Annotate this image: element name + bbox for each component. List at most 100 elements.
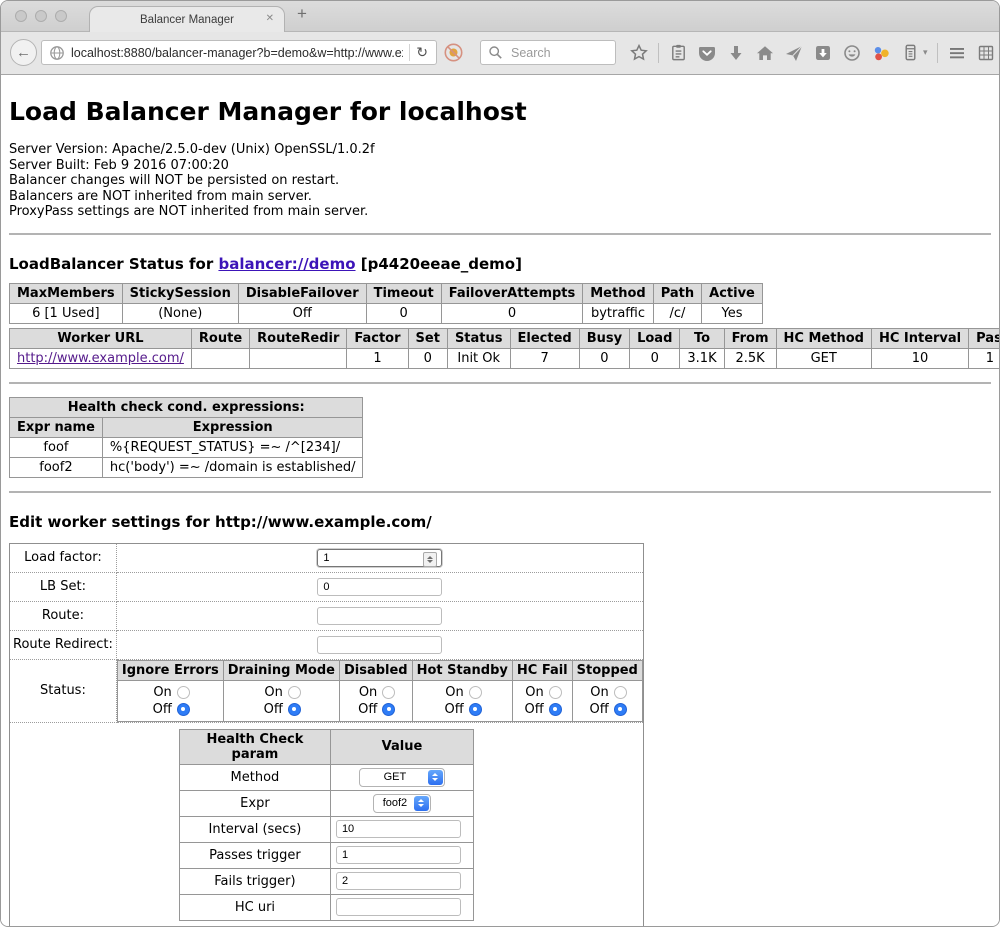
draining-mode-off-radio[interactable]	[288, 703, 301, 716]
table-header-row: Ignore Errors Draining Mode Disabled Hot…	[117, 660, 642, 680]
menu-icon[interactable]	[947, 42, 967, 64]
select-chevrons-icon	[414, 796, 429, 811]
select-chevrons-icon	[428, 770, 443, 785]
hc-uri-row: HC uri	[179, 894, 473, 920]
ignore-errors-on-radio[interactable]	[177, 686, 190, 699]
table-row: foof %{REQUEST_STATUS} =~ /^[234]/	[10, 437, 363, 457]
disabled-off-radio[interactable]	[382, 703, 395, 716]
hc-fails-input[interactable]	[336, 872, 461, 890]
hc-method-row: Method GET	[179, 764, 473, 790]
table-header-row: Expr name Expression	[10, 417, 363, 437]
balancer-heading-prefix: LoadBalancer Status for	[9, 255, 218, 273]
search-bar[interactable]	[480, 40, 616, 65]
route-input[interactable]	[317, 607, 442, 625]
url-text[interactable]: localhost:8880/balancer-manager?b=demo&w…	[71, 46, 403, 60]
hc-expr-row: Expr foof2	[179, 790, 473, 816]
downloads-icon[interactable]	[726, 42, 746, 64]
stopped-on-radio[interactable]	[614, 686, 627, 699]
close-tab-icon[interactable]: ✕	[266, 13, 274, 24]
form-row-route-redirect: Route Redirect:	[10, 630, 644, 659]
search-input[interactable]	[509, 45, 615, 61]
server-note: Balancer changes will NOT be persisted o…	[9, 173, 991, 189]
bookmarks-menu-icon[interactable]	[668, 42, 688, 64]
tab-balancer-manager[interactable]: Balancer Manager ✕	[89, 6, 285, 33]
server-note: ProxyPass settings are NOT inherited fro…	[9, 204, 991, 220]
content-blocker-icon[interactable]	[442, 41, 465, 64]
hc-fail-off-radio[interactable]	[549, 703, 562, 716]
draining-mode-on-radio[interactable]	[288, 686, 301, 699]
divider	[9, 491, 991, 493]
browser-window: Balancer Manager ✕ + ← localhost:8880/ba…	[0, 0, 1000, 927]
url-divider	[409, 44, 410, 61]
balancer-status-table: MaxMembers StickySession DisableFailover…	[9, 283, 763, 324]
page-content: Load Balancer Manager for localhost Serv…	[1, 75, 999, 927]
table-header-row: Health Check param Value	[179, 729, 473, 764]
health-check-expressions-table: Health check cond. expressions: Expr nam…	[9, 397, 363, 478]
worker-url-link[interactable]: http://www.example.com/	[17, 351, 184, 366]
form-row-status: Status: Ignore Errors Draining Mode Disa…	[10, 659, 644, 722]
table-header-row: Worker URL Route RouteRedir Factor Set S…	[10, 328, 1000, 348]
site-identity-globe-icon[interactable]	[49, 45, 65, 61]
ignore-errors-off-radio[interactable]	[177, 703, 190, 716]
toolbar-separator	[658, 43, 659, 63]
colorful-dots-addon-icon[interactable]	[871, 42, 891, 64]
status-table: Ignore Errors Draining Mode Disabled Hot…	[117, 660, 643, 722]
hc-fails-row: Fails trigger)	[179, 868, 473, 894]
table-header-row: MaxMembers StickySession DisableFailover…	[10, 283, 763, 303]
clipboard-addon-icon[interactable]	[900, 42, 920, 64]
hc-interval-input[interactable]	[336, 820, 461, 838]
screenshot-addon-icon[interactable]	[976, 42, 996, 64]
health-check-param-table: Health Check param Value Method GET Expr	[179, 729, 474, 921]
close-window-button[interactable]	[15, 10, 27, 22]
toolbar-separator	[937, 43, 938, 63]
toolbar-icons: ▾	[629, 40, 996, 65]
addon-caret-icon[interactable]: ▾	[923, 47, 928, 58]
number-stepper-icon[interactable]	[423, 552, 437, 567]
hc-interval-row: Interval (secs)	[179, 816, 473, 842]
bookmark-star-icon[interactable]	[629, 42, 649, 64]
server-info: Server Version: Apache/2.5.0-dev (Unix) …	[9, 142, 991, 220]
balancer-link[interactable]: balancer://demo	[218, 255, 355, 273]
back-button[interactable]: ←	[10, 39, 37, 66]
server-version: Server Version: Apache/2.5.0-dev (Unix) …	[9, 142, 991, 158]
server-built: Server Built: Feb 9 2016 07:00:20	[9, 158, 991, 174]
tab-title: Balancer Manager	[140, 14, 234, 26]
form-row-load-factor: Load factor:	[10, 543, 644, 572]
minimize-window-button[interactable]	[35, 10, 47, 22]
hc-method-select[interactable]: GET	[359, 768, 445, 787]
worker-settings-form: Load factor: LB Set: Route: Route Redire…	[9, 543, 644, 927]
table-row: foof2 hc('body') =~ /domain is establish…	[10, 457, 363, 477]
disabled-on-radio[interactable]	[382, 686, 395, 699]
route-redirect-input[interactable]	[317, 636, 442, 654]
search-icon	[488, 45, 503, 60]
balancer-heading-suffix: [p4420eeae_demo]	[356, 255, 522, 273]
hot-standby-off-radio[interactable]	[469, 703, 482, 716]
hc-passes-input[interactable]	[336, 846, 461, 864]
url-bar[interactable]: localhost:8880/balancer-manager?b=demo&w…	[41, 40, 437, 65]
stopped-off-radio[interactable]	[614, 703, 627, 716]
home-icon[interactable]	[755, 42, 775, 64]
zoom-window-button[interactable]	[55, 10, 67, 22]
new-tab-button[interactable]: +	[297, 4, 307, 24]
emoji-addon-icon[interactable]	[842, 42, 862, 64]
hc-expr-select[interactable]: foof2	[373, 794, 431, 813]
page-title: Load Balancer Manager for localhost	[9, 97, 991, 126]
pocket-icon[interactable]	[697, 42, 717, 64]
edit-worker-heading: Edit worker settings for http://www.exam…	[9, 513, 991, 531]
divider	[9, 233, 991, 235]
hot-standby-on-radio[interactable]	[469, 686, 482, 699]
hc-fail-on-radio[interactable]	[549, 686, 562, 699]
lb-set-input[interactable]	[317, 578, 442, 596]
server-note: Balancers are NOT inherited from main se…	[9, 189, 991, 205]
form-row-route: Route:	[10, 601, 644, 630]
send-tab-icon[interactable]	[784, 42, 804, 64]
addon-square-download-icon[interactable]	[813, 42, 833, 64]
divider	[9, 382, 991, 384]
hc-uri-input[interactable]	[336, 898, 461, 916]
form-row-lb-set: LB Set:	[10, 572, 644, 601]
tab-bar: Balancer Manager ✕ +	[1, 1, 999, 32]
reload-icon[interactable]: ↻	[416, 44, 428, 61]
form-row-health-check: Health Check param Value Method GET Expr	[10, 722, 644, 927]
hc-passes-row: Passes trigger	[179, 842, 473, 868]
navigation-toolbar: ← localhost:8880/balancer-manager?b=demo…	[1, 32, 999, 75]
